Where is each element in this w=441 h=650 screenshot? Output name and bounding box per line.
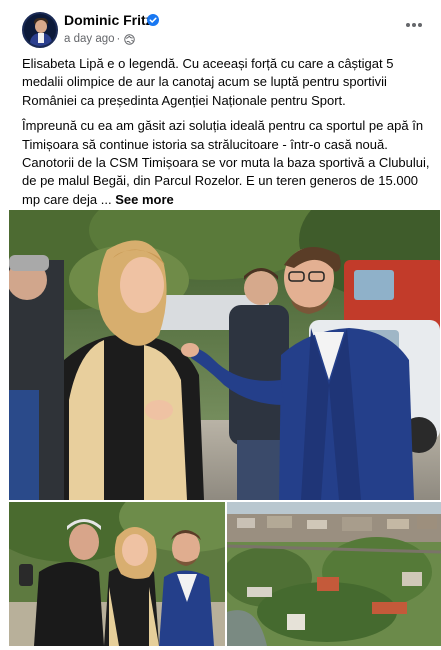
meta-separator: ·: [116, 33, 121, 45]
author-name[interactable]: Dominic Fritz: [64, 12, 153, 28]
post-photo-main[interactable]: [9, 210, 440, 500]
post-paragraph-2-text: Împreună cu ea am găsit azi soluția idea…: [22, 118, 430, 207]
author-avatar[interactable]: [22, 12, 58, 48]
more-options-icon[interactable]: [402, 18, 426, 32]
post-photo-selfie[interactable]: [9, 502, 225, 646]
post-paragraph-1: Elisabeta Lipă e o legendă. Cu aceeași f…: [22, 56, 394, 108]
post-timestamp[interactable]: a day ago: [64, 33, 115, 45]
post-header: Dominic Fritz a day ago ·: [0, 0, 441, 56]
post-body: Elisabeta Lipă e o legendă. Cu aceeași f…: [22, 55, 432, 216]
post-paragraph-2: Împreună cu ea am găsit azi soluția idea…: [22, 117, 432, 209]
verified-badge-icon: [147, 14, 159, 26]
post-meta: a day ago ·: [64, 33, 136, 45]
post-photo-aerial[interactable]: [227, 502, 441, 646]
globe-icon[interactable]: [124, 33, 136, 45]
see-more-link[interactable]: See more: [115, 192, 174, 207]
